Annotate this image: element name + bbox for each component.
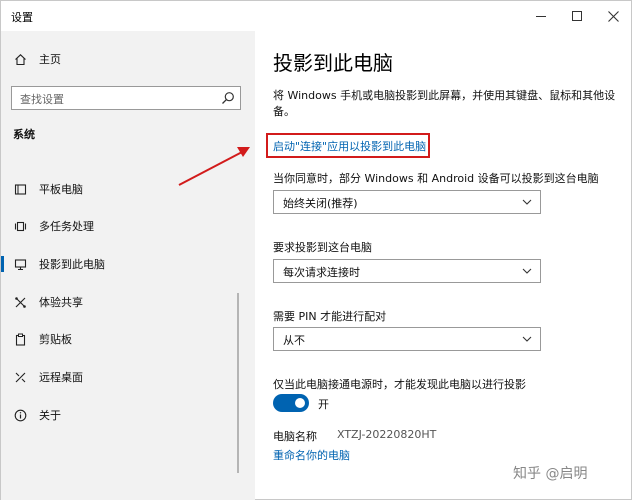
search-input[interactable]: 查找设置 xyxy=(11,86,241,110)
pin-dropdown[interactable]: 从不 xyxy=(273,327,541,351)
shared-experience-icon xyxy=(13,295,27,309)
project-icon xyxy=(13,257,27,271)
page-title: 投影到此电脑 xyxy=(273,51,393,75)
sidebar-item-label: 主页 xyxy=(39,53,61,66)
tablet-icon xyxy=(13,182,27,196)
power-toggle[interactable] xyxy=(273,394,309,412)
sidebar-item-label: 平板电脑 xyxy=(39,183,83,196)
close-icon xyxy=(607,10,619,22)
pc-name-value: XTZJ-20220820HT xyxy=(337,428,437,441)
close-button[interactable] xyxy=(590,1,632,31)
sidebar-item-label: 关于 xyxy=(39,409,61,422)
chevron-down-icon xyxy=(522,268,532,274)
sidebar-item-clipboard[interactable]: 剪贴板 xyxy=(1,325,255,353)
window-title: 设置 xyxy=(11,11,33,24)
maximize-icon xyxy=(572,11,582,21)
watermark: 知乎 @启明 xyxy=(513,466,588,482)
sidebar-item-label: 投影到此电脑 xyxy=(39,258,105,271)
sidebar-item-multitasking[interactable]: 多任务处理 xyxy=(1,212,255,240)
page-description: 将 Windows 手机或电脑投影到此屏幕，并使用其键盘、鼠标和其他设备。 xyxy=(273,89,616,118)
chevron-down-icon xyxy=(522,199,532,205)
setting-label: 要求投影到这台电脑 xyxy=(273,241,372,254)
multitasking-icon xyxy=(13,219,27,233)
section-heading: 系统 xyxy=(13,128,35,141)
clipboard-icon xyxy=(13,332,27,346)
remote-desktop-icon xyxy=(13,370,27,384)
sidebar-item-label: 体验共享 xyxy=(39,296,83,309)
toggle-state-label: 开 xyxy=(318,398,329,411)
sidebar: 主页 查找设置 系统 平板电脑 多任务处理 投影到此电脑 体验共享 剪贴板 远程… xyxy=(1,31,255,500)
search-icon xyxy=(222,92,234,104)
request-dropdown[interactable]: 每次请求连接时 xyxy=(273,259,541,283)
sidebar-item-label: 剪贴板 xyxy=(39,333,72,346)
launch-link-highlight: 启动"连接"应用以投影到此电脑 xyxy=(266,133,430,158)
sidebar-item-tablet[interactable]: 平板电脑 xyxy=(1,175,255,203)
minimize-icon xyxy=(536,15,546,17)
search-placeholder: 查找设置 xyxy=(20,93,64,106)
setting-label: 仅当此电脑接通电源时，才能发现此电脑以进行投影 xyxy=(273,378,526,391)
sidebar-scrollbar[interactable] xyxy=(237,293,239,473)
info-icon xyxy=(13,408,27,422)
pc-name-label: 电脑名称 xyxy=(273,430,317,443)
sidebar-item-shared[interactable]: 体验共享 xyxy=(1,288,255,316)
rename-pc-link[interactable]: 重命名你的电脑 xyxy=(273,447,350,463)
dropdown-value: 每次请求连接时 xyxy=(283,266,360,279)
chevron-down-icon xyxy=(522,336,532,342)
setting-label: 需要 PIN 才能进行配对 xyxy=(273,310,387,323)
sidebar-item-remote-desktop[interactable]: 远程桌面 xyxy=(1,363,255,391)
setting-label: 当你同意时，部分 Windows 和 Android 设备可以投影到这台电脑 xyxy=(273,172,599,185)
settings-window: 设置 主页 查找设置 系统 平板电脑 多任务处理 投影到此电脑 体验共享 剪贴板… xyxy=(0,0,632,500)
home-icon xyxy=(13,52,27,66)
sidebar-item-label: 多任务处理 xyxy=(39,220,94,233)
sidebar-item-label: 远程桌面 xyxy=(39,371,83,384)
sidebar-item-project[interactable]: 投影到此电脑 xyxy=(1,250,255,278)
availability-dropdown[interactable]: 始终关闭(推荐) xyxy=(273,190,541,214)
title-bar: 设置 xyxy=(1,1,631,31)
main-content: 投影到此电脑 将 Windows 手机或电脑投影到此屏幕，并使用其键盘、鼠标和其… xyxy=(255,31,631,500)
launch-connect-link[interactable]: 启动"连接"应用以投影到此电脑 xyxy=(273,138,426,154)
dropdown-value: 始终关闭(推荐) xyxy=(283,197,358,210)
sidebar-item-about[interactable]: 关于 xyxy=(1,401,255,429)
dropdown-value: 从不 xyxy=(283,334,305,347)
toggle-knob xyxy=(295,398,305,408)
sidebar-item-home[interactable]: 主页 xyxy=(1,45,255,73)
